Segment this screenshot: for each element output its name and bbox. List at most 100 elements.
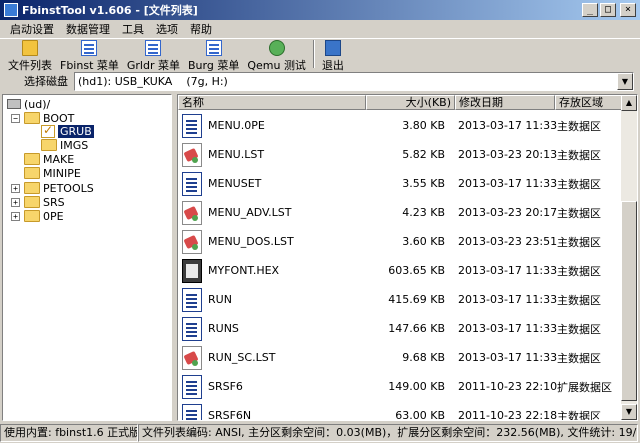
tree-node-petools[interactable]: + PETOOLS [11,181,94,195]
toolbar-separator [312,40,315,68]
file-area: 主数据区 [557,235,601,249]
scroll-thumb[interactable] [621,201,637,401]
grldr-menu-button[interactable]: Grldr 菜单 [123,39,184,73]
file-area: 扩展数据区 [557,380,612,394]
file-area: 主数据区 [557,148,601,162]
collapse-icon[interactable]: − [11,113,20,123]
file-size: 4.23 KB [402,206,445,219]
column-size[interactable]: 大小(KB) [366,95,455,110]
folder-icon [24,112,40,124]
file-name: MENU_ADV.LST [208,206,292,219]
file-date: 2013-03-17 11:33 [458,119,558,132]
folder-icon [24,167,40,179]
file-area: 主数据区 [557,409,601,421]
tree-node-grub[interactable]: GRUB [41,123,94,138]
tree-node-make[interactable]: MAKE [24,152,74,166]
folder-icon [24,210,40,222]
file-date: 2013-03-17 11:33 [458,264,558,277]
vertical-scrollbar[interactable]: ▲ ▼ [621,95,637,420]
expand-icon[interactable]: + [11,197,20,207]
file-date: 2013-03-17 11:33 [458,177,558,190]
menu-tools[interactable]: 工具 [116,21,150,37]
exit-icon [324,40,341,56]
file-name: RUN_SC.LST [208,351,276,364]
file-size: 3.80 KB [402,119,445,132]
folder-icon [41,139,57,151]
file-row[interactable]: RUN_SC.LST 9.68 KB 2013-03-17 11:33 主数据区 [178,343,623,372]
file-area: 主数据区 [557,293,601,307]
file-row[interactable]: MENU_ADV.LST 4.23 KB 2013-03-23 20:17 主数… [178,198,623,227]
expand-icon[interactable]: + [11,211,20,221]
file-date: 2013-03-17 11:33 [458,293,558,306]
folder-icon [24,182,40,194]
drive-icon [7,99,21,109]
file-name: MYFONT.HEX [208,264,280,277]
menu-options[interactable]: 选项 [150,21,184,37]
tree-root[interactable]: (ud)/ [7,97,50,111]
menu-boot-settings[interactable]: 启动设置 [4,21,60,37]
config-file-icon [182,374,202,399]
menu-data-management[interactable]: 数据管理 [60,21,116,37]
file-row[interactable]: MENU.LST 5.82 KB 2013-03-23 20:13 主数据区 [178,140,623,169]
tree-node-label: MINIPE [43,166,81,180]
lst-file-icon [182,345,202,370]
file-name: SRSF6 [208,380,243,393]
file-row[interactable]: MENU_DOS.LST 3.60 KB 2013-03-23 23:51 主数… [178,227,623,256]
config-file-icon [182,403,202,420]
lst-file-icon [182,200,202,225]
file-name: MENU.0PE [208,119,265,132]
chevron-down-icon[interactable]: ▼ [617,72,633,90]
window-title: FbinstTool v1.606 - [文件列表] [22,4,198,17]
file-row[interactable]: RUNS 147.66 KB 2013-03-17 11:33 主数据区 [178,314,623,343]
expand-icon[interactable]: + [11,183,20,193]
file-date: 2013-03-23 20:13 [458,148,558,161]
toolbar: 文件列表 Fbinst 菜单 Grldr 菜单 Burg 菜单 Qemu 测试 … [0,38,640,73]
file-list-button[interactable]: 文件列表 [4,39,56,73]
minimize-button[interactable]: _ [582,3,598,17]
tree-node-minipe[interactable]: MINIPE [24,166,81,180]
tree-node-label: 0PE [43,209,64,223]
file-row[interactable]: RUN 415.69 KB 2013-03-17 11:33 主数据区 [178,285,623,314]
file-size: 603.65 KB [388,264,445,277]
file-area: 主数据区 [557,322,601,336]
file-row[interactable]: MYFONT.HEX 603.65 KB 2013-03-17 11:33 主数… [178,256,623,285]
file-row[interactable]: SRSF6 149.00 KB 2011-10-23 22:10 扩展数据区 [178,372,623,401]
file-date: 2013-03-17 11:33 [458,322,558,335]
exit-button[interactable]: 退出 [318,39,348,73]
tree-node-label: PETOOLS [43,181,94,195]
file-date: 2011-10-23 22:10 [458,380,558,393]
file-size: 3.60 KB [402,235,445,248]
file-name: SRSF6N [208,409,252,421]
status-bar: 使用内置: fbinst1.6 正式版 文件列表编码: ANSI, 主分区剩余空… [0,423,640,443]
column-date[interactable]: 修改日期 [455,95,555,110]
config-file-icon [182,287,202,312]
folder-icon [22,40,38,56]
tree-node-0pe[interactable]: + 0PE [11,209,64,223]
file-date: 2013-03-17 11:33 [458,351,558,364]
file-area: 主数据区 [557,177,601,191]
file-row[interactable]: MENU.0PE 3.80 KB 2013-03-17 11:33 主数据区 [178,111,623,140]
menu-help[interactable]: 帮助 [184,21,218,37]
disk-dropdown[interactable]: (hd1): USB_KUKA (7g, H:) ▼ [74,71,634,91]
qemu-test-button[interactable]: Qemu 测试 [243,39,310,73]
tree-node-imgs[interactable]: IMGS [41,138,88,152]
maximize-button[interactable]: □ [600,3,616,17]
close-button[interactable]: × [620,3,636,17]
config-file-icon [182,316,202,341]
column-name[interactable]: 名称 [178,95,366,110]
file-row[interactable]: MENUSET 3.55 KB 2013-03-17 11:33 主数据区 [178,169,623,198]
scroll-down-icon[interactable]: ▼ [621,404,637,420]
file-size: 147.66 KB [388,322,445,335]
tree-node-srs[interactable]: + SRS [11,195,65,209]
column-area[interactable]: 存放区域 [555,95,623,110]
menu-doc-icon [205,40,222,56]
fbinst-menu-button[interactable]: Fbinst 菜单 [56,39,123,73]
file-row[interactable]: SRSF6N 63.00 KB 2011-10-23 22:18 主数据区 [178,401,623,421]
menu-bar: 启动设置 数据管理 工具 选项 帮助 [0,20,640,38]
burg-menu-button[interactable]: Burg 菜单 [184,39,243,73]
tree-root-label: (ud)/ [24,97,51,111]
scroll-up-icon[interactable]: ▲ [621,95,637,111]
file-date: 2013-03-23 23:51 [458,235,558,248]
tree-node-label: SRS [43,195,65,209]
file-name: RUN [208,293,232,306]
